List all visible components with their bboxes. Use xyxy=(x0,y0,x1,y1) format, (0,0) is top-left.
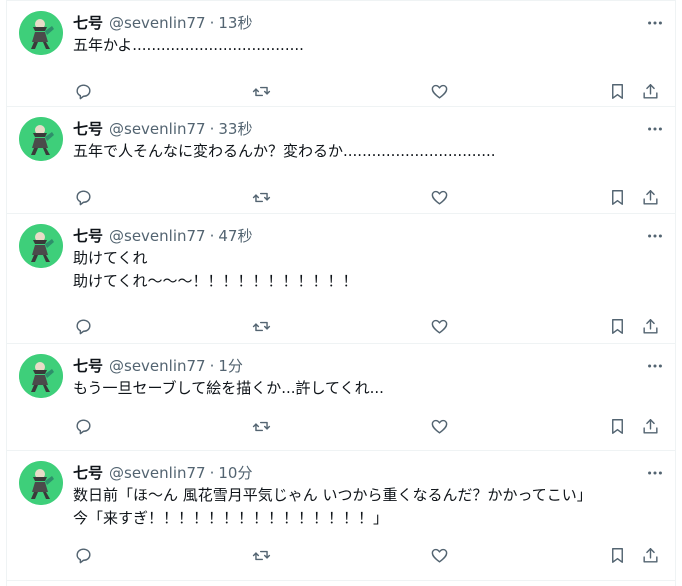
reply-icon[interactable] xyxy=(71,314,95,338)
tweet-header: 七号 @sevenlin77 · 10分 xyxy=(73,463,252,483)
display-name[interactable]: 七号 xyxy=(73,463,103,483)
tweet-actions xyxy=(67,314,669,338)
tweet-header: 七号 @sevenlin77 · 33秒 xyxy=(73,119,252,139)
avatar[interactable] xyxy=(19,117,63,161)
separator-dot: · xyxy=(209,120,215,138)
separator-dot: · xyxy=(209,357,215,375)
tweet-header: 七号 @sevenlin77 · 1分 xyxy=(73,356,243,376)
tweet-actions xyxy=(67,79,669,103)
tweet-text: 五年で人そんなに変わるんか？変わるか......................… xyxy=(73,142,496,160)
reply-icon[interactable] xyxy=(71,185,95,209)
retweet-icon[interactable] xyxy=(249,185,273,209)
like-icon[interactable] xyxy=(427,79,451,103)
timestamp[interactable]: 1分 xyxy=(218,356,243,376)
timestamp[interactable]: 33秒 xyxy=(218,119,252,139)
like-icon[interactable] xyxy=(427,414,451,438)
avatar[interactable] xyxy=(19,461,63,505)
tweet-actions xyxy=(67,543,669,567)
like-icon[interactable] xyxy=(427,314,451,338)
tweet-text: 五年かよ.................................... xyxy=(73,36,304,54)
more-options-icon[interactable] xyxy=(645,226,665,246)
more-options-icon[interactable] xyxy=(645,356,665,376)
display-name[interactable]: 七号 xyxy=(73,226,103,246)
timestamp[interactable]: 47秒 xyxy=(218,226,252,246)
handle[interactable]: @sevenlin77 xyxy=(109,356,206,376)
more-options-icon[interactable] xyxy=(645,119,665,139)
avatar[interactable] xyxy=(19,224,63,268)
tweet[interactable]: 七号 @sevenlin77 · 13秒 五年かよ...............… xyxy=(7,0,675,107)
bookmark-icon[interactable] xyxy=(605,79,629,103)
display-name[interactable]: 七号 xyxy=(73,13,103,33)
tweet-text: 助けてくれ 助けてくれ〜〜〜！！！！！！！！！！！ xyxy=(73,249,358,290)
display-name[interactable]: 七号 xyxy=(73,119,103,139)
retweet-icon[interactable] xyxy=(249,543,273,567)
bookmark-icon[interactable] xyxy=(605,185,629,209)
tweet[interactable]: 七号 @sevenlin77 · 1分 もう一旦セーブして絵を描くか...許して… xyxy=(7,344,675,451)
timeline-feed: 七号 @sevenlin77 · 13秒 五年かよ...............… xyxy=(6,0,676,586)
more-options-icon[interactable] xyxy=(645,13,665,33)
separator-dot: · xyxy=(209,14,215,32)
retweet-icon[interactable] xyxy=(249,414,273,438)
share-icon[interactable] xyxy=(638,79,662,103)
like-icon[interactable] xyxy=(427,543,451,567)
bookmark-icon[interactable] xyxy=(605,414,629,438)
avatar[interactable] xyxy=(19,11,63,55)
tweet-header: 七号 @sevenlin77 · 13秒 xyxy=(73,13,252,33)
display-name[interactable]: 七号 xyxy=(73,356,103,376)
reply-icon[interactable] xyxy=(71,79,95,103)
retweet-icon[interactable] xyxy=(249,79,273,103)
reply-icon[interactable] xyxy=(71,543,95,567)
tweet-actions xyxy=(67,414,669,438)
tweet-text: もう一旦セーブして絵を描くか...許してくれ... xyxy=(73,379,384,397)
tweet-header: 七号 @sevenlin77 · 47秒 xyxy=(73,226,252,246)
timestamp[interactable]: 10分 xyxy=(218,463,252,483)
like-icon[interactable] xyxy=(427,185,451,209)
bookmark-icon[interactable] xyxy=(605,543,629,567)
share-icon[interactable] xyxy=(638,543,662,567)
separator-dot: · xyxy=(209,227,215,245)
bookmark-icon[interactable] xyxy=(605,314,629,338)
retweet-icon[interactable] xyxy=(249,314,273,338)
handle[interactable]: @sevenlin77 xyxy=(109,119,206,139)
tweet[interactable]: 七号 @sevenlin77 · 10分 数日前「ほ〜ん 風花雪月平気じゃん い… xyxy=(7,451,675,581)
share-icon[interactable] xyxy=(638,185,662,209)
avatar[interactable] xyxy=(19,354,63,398)
separator-dot: · xyxy=(209,464,215,482)
tweet[interactable]: 七号 @sevenlin77 · 33秒 五年で人そんなに変わるんか？変わるか.… xyxy=(7,107,675,214)
tweet-text: 数日前「ほ〜ん 風花雪月平気じゃん いつから重くなるんだ？かかってこい」 今「来… xyxy=(73,486,592,527)
timestamp[interactable]: 13秒 xyxy=(218,13,252,33)
more-options-icon[interactable] xyxy=(645,463,665,483)
tweet-actions xyxy=(67,185,669,209)
handle[interactable]: @sevenlin77 xyxy=(109,226,206,246)
tweet[interactable]: 七号 @sevenlin77 · 47秒 助けてくれ 助けてくれ〜〜〜！！！！！… xyxy=(7,214,675,344)
share-icon[interactable] xyxy=(638,314,662,338)
share-icon[interactable] xyxy=(638,414,662,438)
handle[interactable]: @sevenlin77 xyxy=(109,463,206,483)
reply-icon[interactable] xyxy=(71,414,95,438)
handle[interactable]: @sevenlin77 xyxy=(109,13,206,33)
